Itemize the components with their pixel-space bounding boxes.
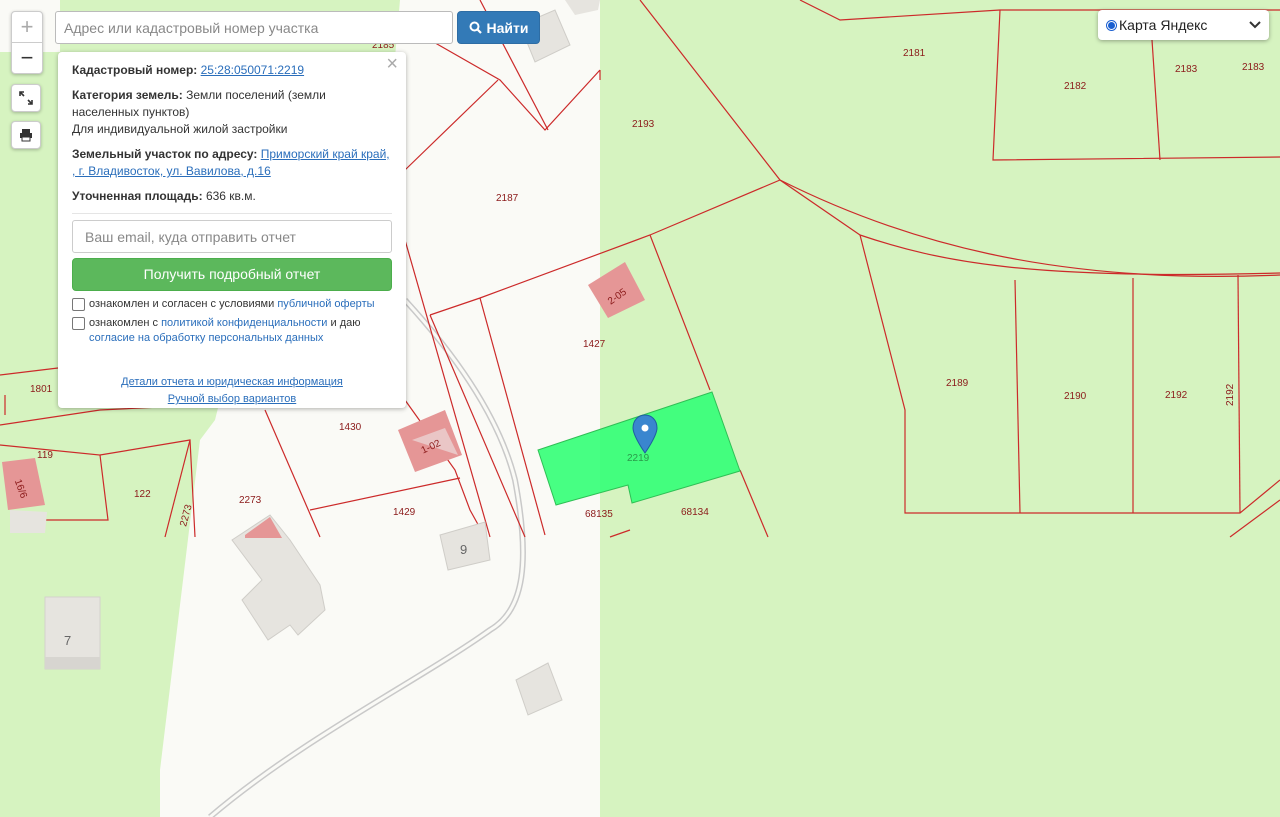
- parcel-label: 68134: [681, 507, 709, 518]
- parcel-label: 1430: [339, 422, 362, 433]
- parcel-label: 2181: [903, 48, 926, 59]
- parcel-label: 2192: [1225, 383, 1236, 406]
- offer-consent-row: ознакомлен и согласен с условиями публич…: [72, 297, 392, 312]
- public-offer-link[interactable]: публичной оферты: [277, 298, 374, 310]
- privacy-consent-row: ознакомлен с политикой конфиденциальност…: [72, 316, 392, 346]
- parcel-label: 1429: [393, 507, 416, 518]
- zoom-in-button[interactable]: +: [12, 12, 42, 43]
- map-layer-select[interactable]: Карта Яндекс: [1098, 10, 1269, 40]
- parcel-label: 1801: [30, 384, 53, 395]
- area-label: Уточненная площадь:: [72, 189, 203, 203]
- address-row: Земельный участок по адресу: Приморский …: [72, 146, 392, 180]
- parcel-label: 68135: [585, 509, 613, 520]
- search-icon: [469, 21, 482, 34]
- close-icon[interactable]: ×: [386, 54, 398, 74]
- parcel-label: 2192: [1165, 390, 1188, 401]
- area-value: 636 кв.м.: [205, 189, 256, 203]
- cadastral-row: Кадастровый номер: 25:28:050071:2219: [72, 62, 392, 79]
- building-label: 9: [460, 542, 467, 557]
- zoom-control: + −: [11, 11, 43, 74]
- manual-selection-link[interactable]: Ручной выбор вариантов: [168, 393, 296, 405]
- privacy-policy-link[interactable]: политикой конфиденциальности: [161, 317, 327, 329]
- parcel-label: 2190: [1064, 391, 1087, 402]
- category-label: Категория земель:: [72, 88, 183, 102]
- fullscreen-button[interactable]: [11, 84, 41, 112]
- area-row: Уточненная площадь: 636 кв.м.: [72, 188, 392, 205]
- parcel-info-panel: × Кадастровый номер: 25:28:050071:2219 К…: [58, 52, 406, 408]
- search-button[interactable]: Найти: [457, 11, 540, 44]
- search-button-label: Найти: [486, 19, 529, 36]
- search-input[interactable]: [55, 11, 453, 44]
- chevron-down-icon[interactable]: [1249, 21, 1261, 29]
- address-label: Земельный участок по адресу:: [72, 147, 258, 161]
- parcel-label: 122: [134, 489, 151, 500]
- usage-value: Для индивидуальной жилой застройки: [72, 122, 288, 136]
- report-details-link[interactable]: Детали отчета и юридическая информация: [121, 376, 343, 388]
- divider: [72, 213, 392, 214]
- offer-checkbox[interactable]: [72, 298, 85, 311]
- parcel-label: 2182: [1064, 81, 1087, 92]
- cadastral-link[interactable]: 25:28:050071:2219: [201, 63, 304, 77]
- parcel-label: 2273: [239, 495, 262, 506]
- offer-consent-text: ознакомлен и согласен с условиями публич…: [89, 298, 375, 310]
- expand-icon: [19, 91, 33, 105]
- personal-data-consent-link[interactable]: согласие на обработку персональных данны…: [89, 332, 323, 344]
- parcel-label-selected: 2219: [627, 453, 650, 464]
- category-row: Категория земель: Земли поселений (земли…: [72, 87, 392, 138]
- print-button[interactable]: [11, 121, 41, 149]
- parcel-label: 119: [37, 450, 53, 461]
- panel-links: Детали отчета и юридическая информация Р…: [72, 374, 392, 408]
- email-field[interactable]: [72, 220, 392, 253]
- radio-icon[interactable]: [1106, 19, 1117, 31]
- parcel-label: 2187: [496, 193, 519, 204]
- zoom-out-button[interactable]: −: [12, 43, 42, 73]
- privacy-checkbox[interactable]: [72, 317, 85, 330]
- privacy-consent-text: ознакомлен с политикой конфиденциальност…: [89, 317, 361, 344]
- map-layer-label: Карта Яндекс: [1119, 17, 1208, 33]
- building-label: 7: [64, 633, 71, 648]
- parcel-label: 2189: [946, 378, 969, 389]
- parcel-label: 2193: [632, 119, 655, 130]
- cadastral-label: Кадастровый номер:: [72, 63, 198, 77]
- parcel-label: 1427: [583, 339, 606, 350]
- get-report-button[interactable]: Получить подробный отчет: [72, 258, 392, 291]
- print-icon: [20, 129, 32, 142]
- parcel-label: 2183: [1242, 62, 1265, 73]
- parcel-label: 2183: [1175, 64, 1198, 75]
